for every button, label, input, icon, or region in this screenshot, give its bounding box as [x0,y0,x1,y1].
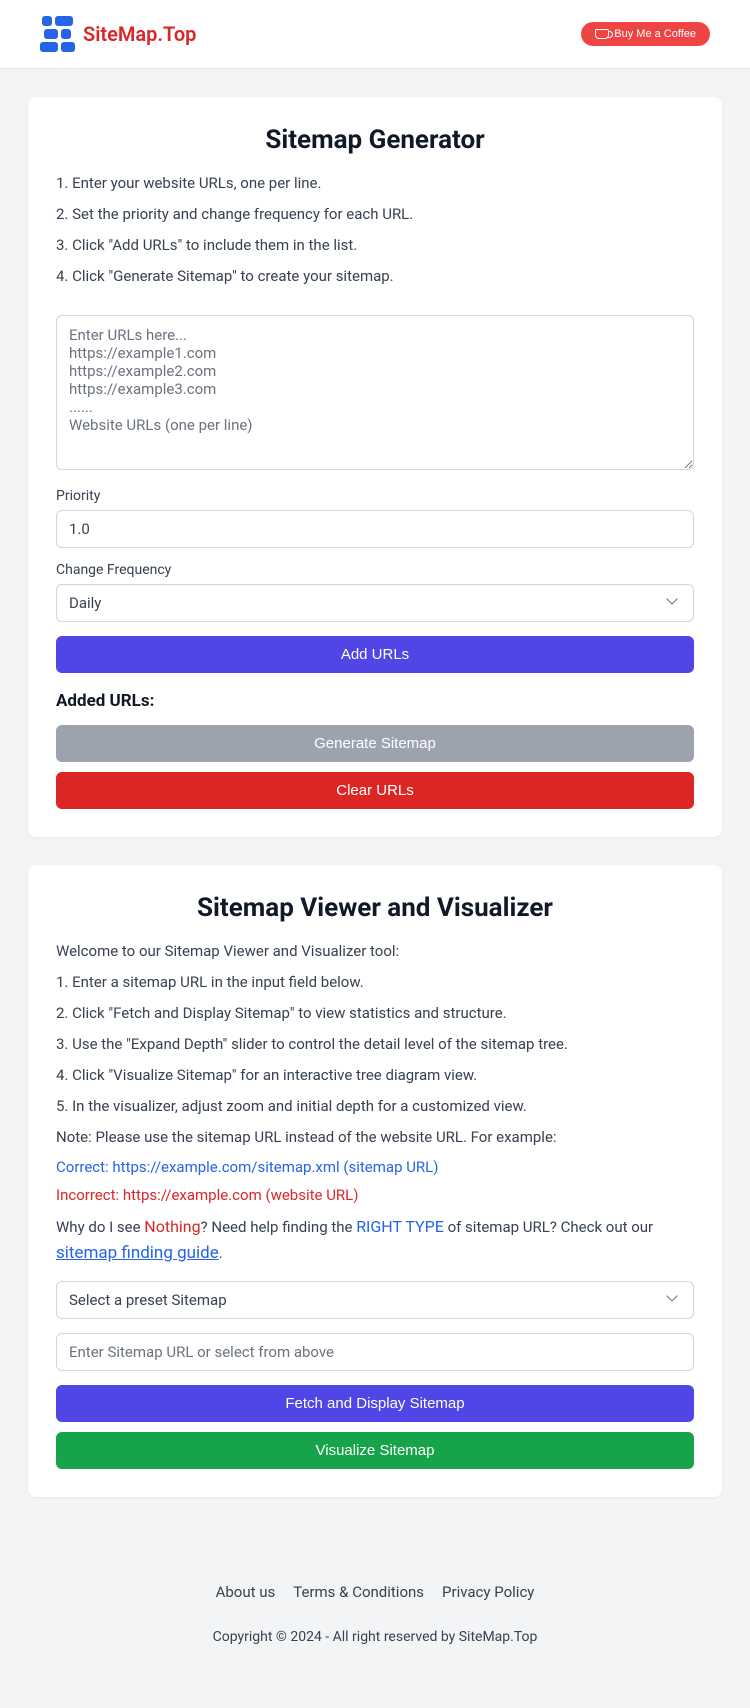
generator-instruction: 1. Enter your website URLs, one per line… [56,173,694,194]
priority-label: Priority [56,488,694,504]
viewer-incorrect-example: Incorrect: https://example.com (website … [56,1186,694,1204]
add-urls-button[interactable]: Add URLs [56,636,694,673]
footer-link-terms[interactable]: Terms & Conditions [293,1583,424,1601]
footer-link-about[interactable]: About us [216,1583,276,1601]
sitemap-url-input[interactable] [56,1333,694,1371]
viewer-instruction: 1. Enter a sitemap URL in the input fiel… [56,972,694,993]
viewer-note: Note: Please use the sitemap URL instead… [56,1127,694,1148]
generator-instruction: 4. Click "Generate Sitemap" to create yo… [56,266,694,287]
coffee-icon [595,29,609,39]
buy-coffee-button[interactable]: Buy Me a Coffee [581,22,710,46]
frequency-label: Change Frequency [56,562,694,578]
added-urls-heading: Added URLs: [56,691,694,711]
viewer-help-text: Why do I see Nothing? Need help finding … [56,1214,694,1267]
header: SiteMap.Top Buy Me a Coffee [0,0,750,69]
generate-sitemap-button[interactable]: Generate Sitemap [56,725,694,762]
viewer-correct-example: Correct: https://example.com/sitemap.xml… [56,1158,694,1176]
copyright-text: Copyright © 2024 - All right reserved by… [0,1629,750,1645]
viewer-title: Sitemap Viewer and Visualizer [56,893,694,923]
footer: About us Terms & Conditions Privacy Poli… [0,1553,750,1695]
viewer-instruction: 3. Use the "Expand Depth" slider to cont… [56,1034,694,1055]
footer-links: About us Terms & Conditions Privacy Poli… [0,1583,750,1601]
generator-card: Sitemap Generator 1. Enter your website … [28,97,722,837]
frequency-select[interactable]: Daily [56,584,694,622]
viewer-card: Sitemap Viewer and Visualizer Welcome to… [28,865,722,1497]
logo[interactable]: SiteMap.Top [40,16,196,52]
generator-title: Sitemap Generator [56,125,694,155]
viewer-instruction: 4. Click "Visualize Sitemap" for an inte… [56,1065,694,1086]
generator-instruction: 2. Set the priority and change frequency… [56,204,694,225]
viewer-instruction: 5. In the visualizer, adjust zoom and in… [56,1096,694,1117]
visualize-sitemap-button[interactable]: Visualize Sitemap [56,1432,694,1469]
viewer-intro: Welcome to our Sitemap Viewer and Visual… [56,941,694,962]
sitemap-guide-link[interactable]: sitemap finding guide [56,1243,219,1263]
priority-input[interactable] [56,510,694,548]
right-type-highlight: RIGHT TYPE [356,1217,444,1236]
viewer-instruction: 2. Click "Fetch and Display Sitemap" to … [56,1003,694,1024]
logo-text: SiteMap.Top [83,22,196,46]
footer-link-privacy[interactable]: Privacy Policy [442,1583,534,1601]
clear-urls-button[interactable]: Clear URLs [56,772,694,809]
logo-icon [40,16,75,52]
nothing-highlight: Nothing [144,1217,200,1236]
generator-instruction: 3. Click "Add URLs" to include them in t… [56,235,694,256]
preset-sitemap-select[interactable]: Select a preset Sitemap [56,1281,694,1319]
urls-textarea[interactable] [56,315,694,470]
fetch-sitemap-button[interactable]: Fetch and Display Sitemap [56,1385,694,1422]
buy-coffee-label: Buy Me a Coffee [614,28,696,40]
